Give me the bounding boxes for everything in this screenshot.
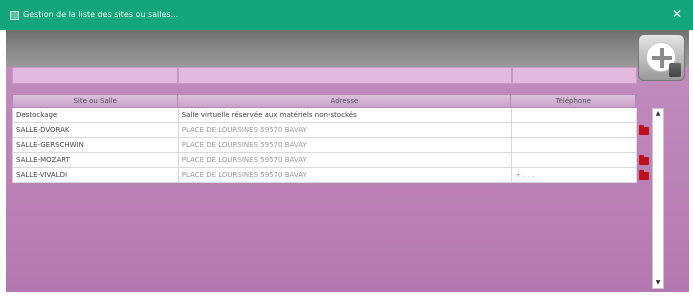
filter-site-input[interactable] <box>12 67 178 84</box>
app-icon <box>10 11 19 20</box>
cell-site: SALLE-MOZART <box>13 153 179 167</box>
table-header: Site ou Salle Adresse Téléphone <box>12 94 637 108</box>
table-row[interactable]: SALLE-GERSCHWIN PLACE DE LOURSINES 59570 … <box>12 138 637 153</box>
row-action-cell <box>637 108 651 123</box>
table-row[interactable]: SALLE-MOZART PLACE DE LOURSINES 59570 BAV… <box>12 153 637 168</box>
table-row[interactable]: SALLE-DVORAK PLACE DE LOURSINES 59570 BAV… <box>12 123 637 138</box>
sites-table: Site ou Salle Adresse Téléphone Destocka… <box>12 94 637 183</box>
toolbar-band <box>6 30 689 67</box>
close-icon[interactable]: ✕ <box>672 7 682 21</box>
cell-adresse: Salle virtuelle réservée aux matériels n… <box>179 108 513 122</box>
cell-site: Destockage <box>13 108 179 122</box>
row-actions <box>637 108 651 183</box>
cell-telephone <box>512 153 637 167</box>
title-bar[interactable]: Gestion de la liste des sites ou salles.… <box>0 0 693 30</box>
filter-row <box>12 67 637 84</box>
folder-icon[interactable] <box>639 170 649 180</box>
scroll-up-icon[interactable]: ▲ <box>653 109 663 119</box>
row-action-cell <box>637 168 651 183</box>
row-action-cell <box>637 138 651 153</box>
cell-site: SALLE-VIVALDI <box>13 168 179 182</box>
filter-telephone-input[interactable] <box>512 67 637 84</box>
vertical-scrollbar[interactable]: ▲ ▼ <box>652 108 664 289</box>
column-header-site[interactable]: Site ou Salle <box>13 95 179 107</box>
column-header-telephone[interactable]: Téléphone <box>511 95 636 107</box>
add-site-button[interactable] <box>638 34 685 81</box>
cell-telephone: + . . . <box>512 168 637 182</box>
folder-icon[interactable] <box>639 125 649 135</box>
cell-adresse: PLACE DE LOURSINES 59570 BAVAY <box>179 153 513 167</box>
add-button-shadow <box>669 63 681 77</box>
cell-site: SALLE-GERSCHWIN <box>13 138 179 152</box>
cell-adresse: PLACE DE LOURSINES 59570 BAVAY <box>179 138 513 152</box>
cell-telephone <box>512 138 637 152</box>
column-header-adresse[interactable]: Adresse <box>178 95 512 107</box>
table-row[interactable]: SALLE-VIVALDI PLACE DE LOURSINES 59570 BA… <box>12 168 637 183</box>
cell-site: SALLE-DVORAK <box>13 123 179 137</box>
folder-icon[interactable] <box>639 155 649 165</box>
cell-adresse: PLACE DE LOURSINES 59570 BAVAY <box>179 168 513 182</box>
table-row[interactable]: Destockage Salle virtuelle réservée aux m… <box>12 108 637 123</box>
cell-adresse: PLACE DE LOURSINES 59570 BAVAY <box>179 123 513 137</box>
cell-telephone <box>512 123 637 137</box>
filter-adresse-input[interactable] <box>178 67 512 84</box>
cell-telephone <box>512 108 637 122</box>
row-action-cell <box>637 153 651 168</box>
scroll-down-icon[interactable]: ▼ <box>653 278 663 288</box>
window-title: Gestion de la liste des sites ou salles.… <box>23 10 179 19</box>
row-action-cell <box>637 123 651 138</box>
dialog-window: Gestion de la liste des sites ou salles.… <box>0 0 693 298</box>
